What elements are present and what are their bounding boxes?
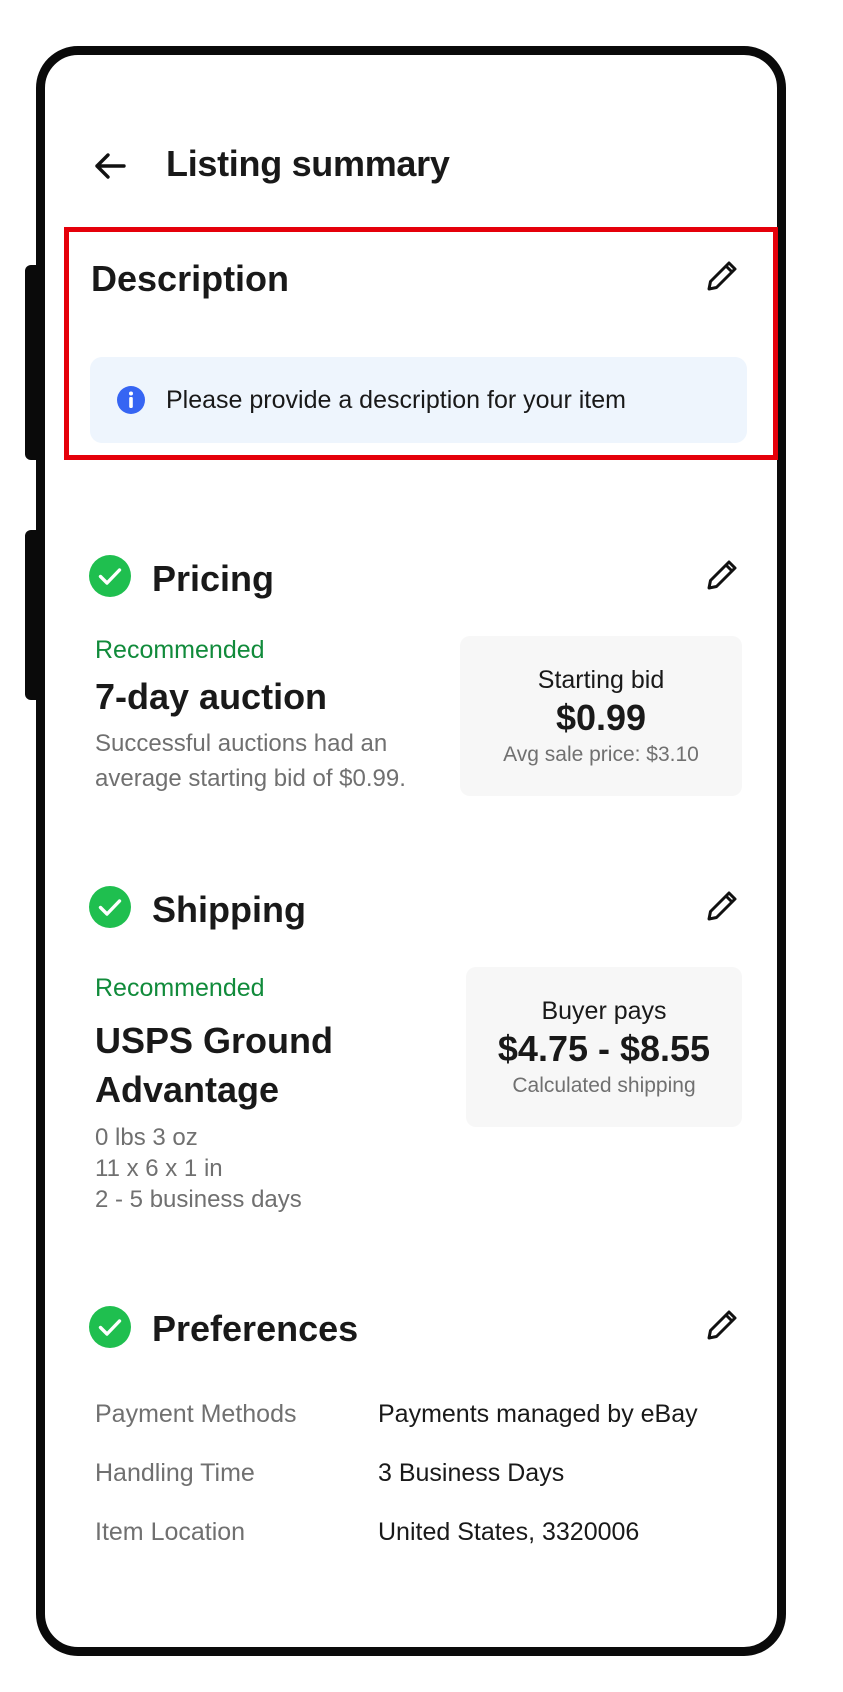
check-circle-icon	[89, 555, 131, 597]
description-info-text: Please provide a description for your it…	[166, 385, 626, 414]
buyer-pays-value: $4.75 - $8.55	[497, 1028, 711, 1069]
check-circle-icon	[89, 886, 131, 928]
phone-side-button	[25, 265, 39, 460]
pricing-format: 7-day auction	[95, 676, 328, 717]
calculated-shipping-label: Calculated shipping	[512, 1074, 696, 1097]
shipping-recommended-label: Recommended	[95, 974, 265, 1002]
pricing-title: Pricing	[152, 558, 275, 599]
starting-bid-value: $0.99	[555, 697, 647, 738]
shipping-delivery-time: 2 - 5 business days	[95, 1186, 302, 1213]
starting-bid-card: Starting bid $0.99 Avg sale price: $3.10	[460, 636, 742, 796]
preferences-title: Preferences	[152, 1308, 359, 1349]
pref-label-handling-time: Handling Time	[95, 1459, 255, 1487]
pricing-note-line2: average starting bid of $0.99.	[95, 765, 406, 792]
buyer-pays-card: Buyer pays $4.75 - $8.55 Calculated ship…	[466, 967, 742, 1127]
shipping-dimensions: 11 x 6 x 1 in	[95, 1155, 223, 1182]
pref-label-item-location: Item Location	[95, 1518, 246, 1546]
edit-preferences-pencil-icon[interactable]	[703, 1304, 743, 1344]
pref-label-payment-methods: Payment Methods	[95, 1400, 297, 1428]
shipping-weight: 0 lbs 3 oz	[95, 1124, 198, 1151]
avg-sale-price: Avg sale price: $3.10	[503, 743, 699, 766]
starting-bid-label: Starting bid	[537, 666, 665, 694]
shipping-title: Shipping	[152, 889, 306, 930]
edit-shipping-pencil-icon[interactable]	[703, 885, 743, 925]
pref-value-payment-methods: Payments managed by eBay	[378, 1400, 698, 1428]
pricing-recommended-label: Recommended	[95, 636, 265, 664]
pref-value-item-location: United States, 3320006	[378, 1518, 640, 1546]
description-title: Description	[91, 258, 290, 299]
pref-value-handling-time: 3 Business Days	[378, 1459, 565, 1487]
pricing-note-line1: Successful auctions had an	[95, 730, 388, 757]
page-title: Listing summary	[166, 143, 450, 184]
edit-description-pencil-icon[interactable]	[703, 255, 743, 295]
check-circle-icon	[89, 1306, 131, 1348]
description-info-banner: Please provide a description for your it…	[90, 357, 747, 443]
shipping-service-line1: USPS Ground	[95, 1020, 334, 1061]
info-icon	[117, 386, 145, 414]
back-arrow-icon[interactable]	[92, 148, 128, 184]
shipping-service-line2: Advantage	[95, 1069, 280, 1110]
phone-side-button	[25, 530, 39, 700]
buyer-pays-label: Buyer pays	[541, 997, 667, 1025]
edit-pricing-pencil-icon[interactable]	[703, 554, 743, 594]
